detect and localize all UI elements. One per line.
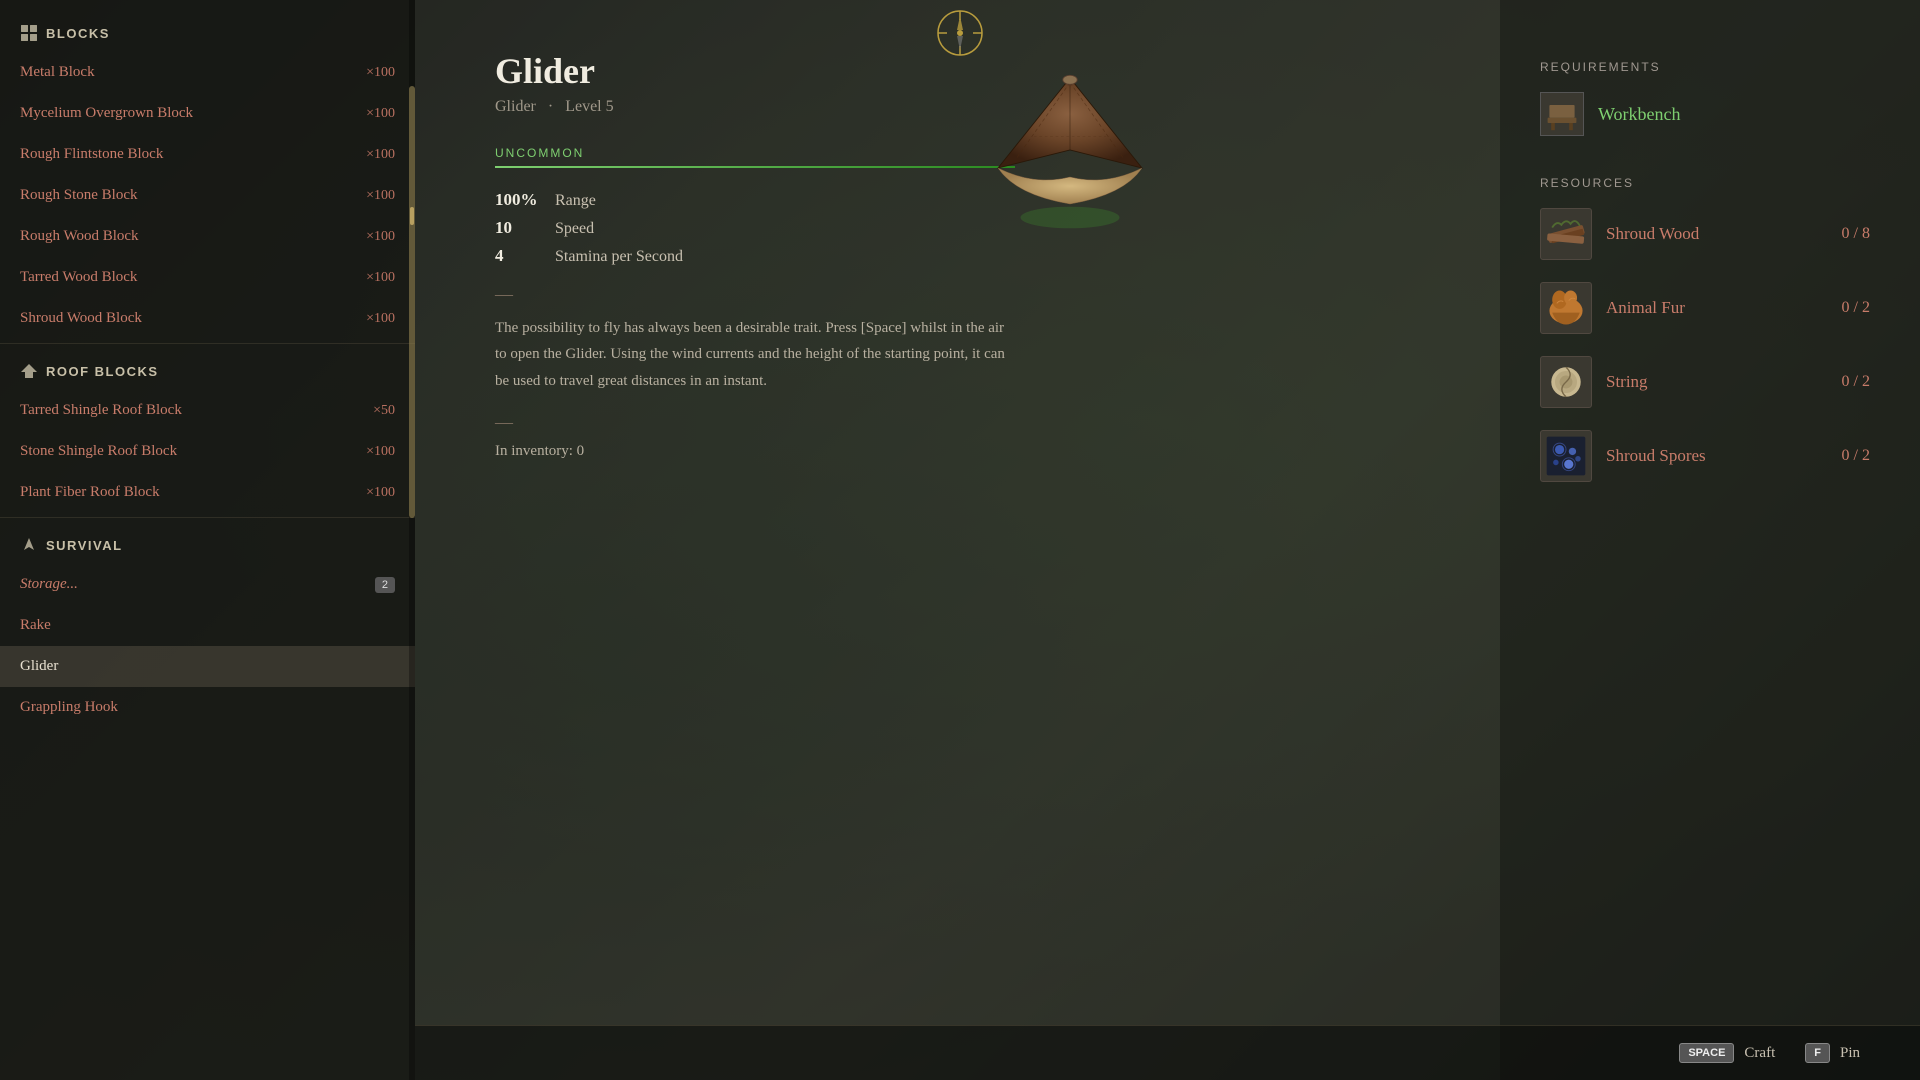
requirement-workbench: Workbench <box>1540 92 1870 136</box>
divider-1 <box>0 343 415 344</box>
string-image <box>1543 359 1589 405</box>
sidebar-item-grappling-hook[interactable]: Grappling Hook <box>0 687 415 728</box>
sidebar: BLOCKS Metal Block ×100 Mycelium Overgro… <box>0 0 415 1080</box>
sidebar-item-rough-stone-block[interactable]: Rough Stone Block ×100 <box>0 175 415 216</box>
blocks-section-header: BLOCKS <box>0 10 415 52</box>
bottom-bar: SPACE Craft F Pin <box>415 1025 1920 1080</box>
sidebar-item-tarred-wood-block[interactable]: Tarred Wood Block ×100 <box>0 257 415 298</box>
sidebar-item-stone-shingle-roof[interactable]: Stone Shingle Roof Block ×100 <box>0 431 415 472</box>
shroud-wood-image <box>1543 211 1589 257</box>
resource-string: String 0 / 2 <box>1540 356 1870 408</box>
string-name: String <box>1606 372 1828 392</box>
shroud-spores-count: 0 / 2 <box>1842 447 1870 465</box>
resources-section: RESOURCES Shroud Wood 0 / 8 <box>1540 176 1870 482</box>
glider-image <box>980 60 1160 240</box>
workbench-image <box>1544 96 1580 132</box>
sidebar-item-rough-flintstone-block[interactable]: Rough Flintstone Block ×100 <box>0 134 415 175</box>
item-image-area <box>960 40 1180 260</box>
item-description: The possibility to fly has always been a… <box>495 315 1015 394</box>
shroud-wood-count: 0 / 8 <box>1842 225 1870 243</box>
space-key[interactable]: SPACE <box>1679 1043 1734 1063</box>
sidebar-item-rake[interactable]: Rake <box>0 605 415 646</box>
rarity-line <box>495 166 1015 168</box>
detail-panel: Glider Glider · Level 5 UNCOMMON 100% Ra… <box>415 0 1500 1080</box>
shroud-spores-image <box>1543 433 1589 479</box>
roof-blocks-section-header: ROOF BLOCKS <box>0 348 415 390</box>
resources-title: RESOURCES <box>1540 176 1870 190</box>
sidebar-item-shroud-wood-block[interactable]: Shroud Wood Block ×100 <box>0 298 415 339</box>
sidebar-item-metal-block[interactable]: Metal Block ×100 <box>0 52 415 93</box>
animal-fur-name: Animal Fur <box>1606 298 1828 318</box>
requirements-section: REQUIREMENTS Workbench <box>1540 60 1870 136</box>
string-count: 0 / 2 <box>1842 373 1870 391</box>
keybind-pin: F Pin <box>1805 1043 1860 1063</box>
workbench-icon <box>1540 92 1584 136</box>
workbench-label: Workbench <box>1598 104 1681 125</box>
sidebar-item-mycelium-block[interactable]: Mycelium Overgrown Block ×100 <box>0 93 415 134</box>
shroud-wood-name: Shroud Wood <box>1606 224 1828 244</box>
requirements-title: REQUIREMENTS <box>1540 60 1870 74</box>
shroud-wood-icon <box>1540 208 1592 260</box>
sidebar-item-tarred-shingle-roof[interactable]: Tarred Shingle Roof Block ×50 <box>0 390 415 431</box>
resource-shroud-wood: Shroud Wood 0 / 8 <box>1540 208 1870 260</box>
sidebar-item-storage[interactable]: Storage... 2 <box>0 564 415 605</box>
shroud-spores-name: Shroud Spores <box>1606 446 1828 466</box>
keybind-craft: SPACE Craft <box>1679 1043 1775 1063</box>
f-key[interactable]: F <box>1805 1043 1830 1063</box>
sidebar-scroll: BLOCKS Metal Block ×100 Mycelium Overgro… <box>0 0 415 738</box>
roof-blocks-icon <box>20 362 38 380</box>
resource-shroud-spores: Shroud Spores 0 / 2 <box>1540 430 1870 482</box>
animal-fur-image <box>1543 285 1589 331</box>
blocks-icon <box>20 24 38 42</box>
sidebar-item-plant-fiber-roof[interactable]: Plant Fiber Roof Block ×100 <box>0 472 415 513</box>
inventory-line: In inventory: 0 <box>495 443 1440 460</box>
survival-icon <box>20 536 38 554</box>
resource-animal-fur: Animal Fur 0 / 2 <box>1540 282 1870 334</box>
animal-fur-count: 0 / 2 <box>1842 299 1870 317</box>
scrollbar-pip <box>410 207 414 225</box>
animal-fur-icon <box>1540 282 1592 334</box>
main-content: Glider Glider · Level 5 UNCOMMON 100% Ra… <box>415 0 1920 1080</box>
survival-section-header: SURVIVAL <box>0 522 415 564</box>
sidebar-item-rough-wood-block[interactable]: Rough Wood Block ×100 <box>0 216 415 257</box>
sidebar-item-glider[interactable]: Glider <box>0 646 415 687</box>
divider-2 <box>0 517 415 518</box>
string-icon <box>1540 356 1592 408</box>
right-panel: REQUIREMENTS Workbench RESOURCES <box>1500 0 1920 1080</box>
divider-stats: — <box>495 284 1440 305</box>
shroud-spores-icon <box>1540 430 1592 482</box>
divider-desc: — <box>495 412 1440 433</box>
